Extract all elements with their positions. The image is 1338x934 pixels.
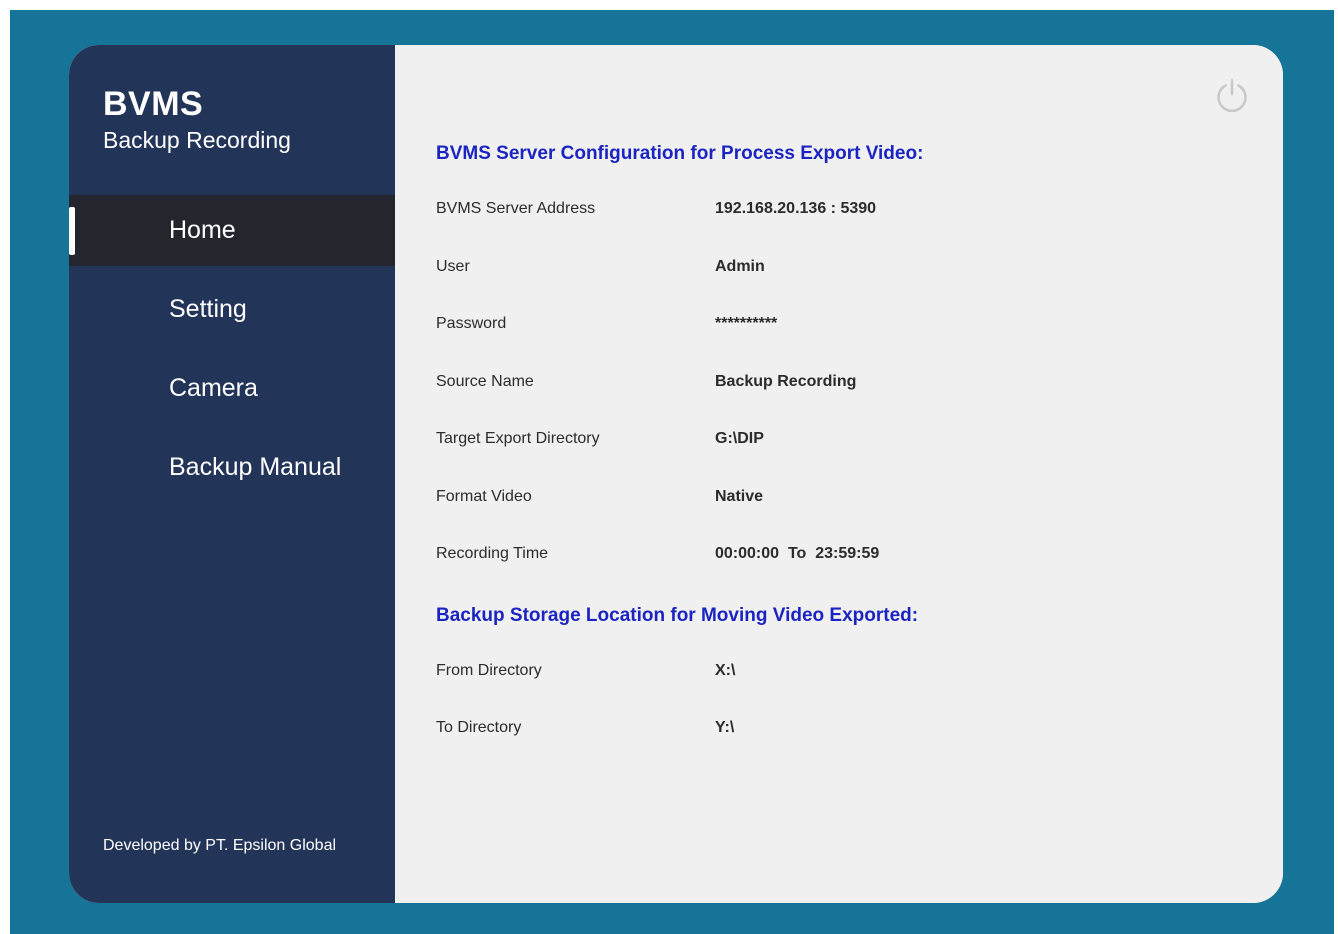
storage-row-to-directory: To Directory Y:\ bbox=[436, 719, 1136, 743]
sidebar-item-backup-manual[interactable]: Backup Manual bbox=[69, 432, 395, 503]
app-title: BVMS bbox=[103, 85, 204, 123]
row-value: Native bbox=[715, 488, 764, 505]
config-row-recording-time: Recording Time 00:00:00 To 23:59:59 bbox=[436, 545, 1136, 569]
row-value: Backup Recording bbox=[715, 373, 857, 390]
storage-row-from-directory: From Directory X:\ bbox=[436, 662, 1136, 686]
sidebar-item-label: Backup Manual bbox=[169, 453, 342, 481]
row-label: To Directory bbox=[436, 719, 522, 736]
row-value: G:\DIP bbox=[715, 430, 764, 447]
sidebar-nav: Home Setting Camera Backup Manual bbox=[69, 195, 395, 511]
row-label: Password bbox=[436, 315, 507, 332]
sidebar-item-label: Home bbox=[169, 216, 236, 244]
row-value: 192.168.20.136 : 5390 bbox=[715, 200, 877, 217]
row-value: ********** bbox=[715, 315, 778, 332]
app-subtitle: Backup Recording bbox=[103, 127, 291, 153]
sidebar-item-camera[interactable]: Camera bbox=[69, 353, 395, 424]
sidebar-item-home[interactable]: Home bbox=[69, 195, 395, 266]
row-value: X:\ bbox=[715, 662, 736, 679]
main-content: BVMS Server Configuration for Process Ex… bbox=[395, 45, 1283, 903]
row-label: From Directory bbox=[436, 662, 542, 679]
config-row-server-address: BVMS Server Address 192.168.20.136 : 539… bbox=[436, 200, 1136, 224]
config-row-target-export-directory: Target Export Directory G:\DIP bbox=[436, 430, 1136, 454]
row-value: Admin bbox=[715, 258, 765, 275]
config-row-source-name: Source Name Backup Recording bbox=[436, 373, 1136, 397]
app-window: BVMS Backup Recording Home Setting Camer… bbox=[69, 45, 1283, 903]
row-label: Recording Time bbox=[436, 545, 549, 562]
row-label: User bbox=[436, 258, 470, 275]
row-label: Target Export Directory bbox=[436, 430, 600, 447]
sidebar-item-label: Camera bbox=[169, 374, 258, 402]
sidebar-item-setting[interactable]: Setting bbox=[69, 274, 395, 345]
row-label: Source Name bbox=[436, 373, 534, 390]
developer-credit: Developed by PT. Epsilon Global bbox=[103, 837, 337, 854]
backup-storage-title: Backup Storage Location for Moving Video… bbox=[436, 605, 919, 626]
row-value: Y:\ bbox=[715, 719, 735, 736]
row-value: 00:00:00 To 23:59:59 bbox=[715, 545, 880, 562]
config-row-format-video: Format Video Native bbox=[436, 488, 1136, 512]
row-label: BVMS Server Address bbox=[436, 200, 596, 217]
power-icon bbox=[1217, 78, 1247, 113]
row-label: Format Video bbox=[436, 488, 532, 505]
sidebar: BVMS Backup Recording Home Setting Camer… bbox=[69, 45, 395, 903]
server-config-title: BVMS Server Configuration for Process Ex… bbox=[436, 143, 924, 164]
sidebar-item-label: Setting bbox=[169, 295, 247, 323]
config-row-password: Password ********** bbox=[436, 315, 1136, 339]
config-row-user: User Admin bbox=[436, 258, 1136, 282]
power-button[interactable] bbox=[1213, 76, 1251, 114]
